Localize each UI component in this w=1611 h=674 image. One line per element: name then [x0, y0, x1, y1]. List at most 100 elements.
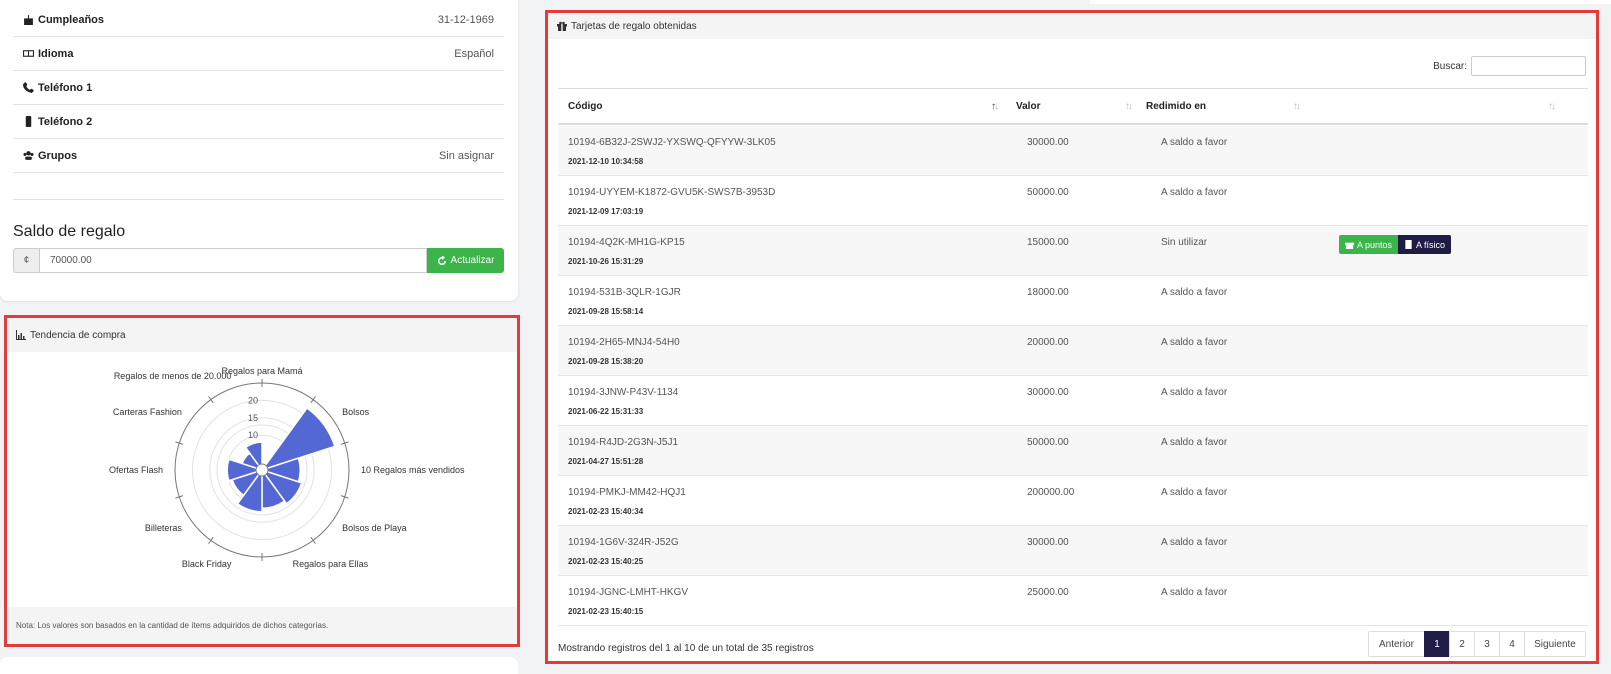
update-button-label: Actualizar: [450, 255, 495, 266]
pagination-page[interactable]: 3: [1474, 631, 1500, 657]
column-header-valor[interactable]: Valor: [1016, 89, 1040, 123]
gift-card-redeemed: A saldo a favor: [1161, 337, 1228, 348]
trend-header: Tendencia de compra: [7, 318, 517, 352]
category-label: Carteras Fashion: [113, 407, 182, 417]
sort-icon[interactable]: ↑↓: [1125, 101, 1133, 112]
chart-icon: [16, 330, 26, 340]
search-input[interactable]: [1471, 56, 1586, 76]
gift-card-value: 15000.00: [1027, 237, 1069, 248]
table-row: 10194-6B32J-2SWJ2-YXSWQ-QFYYW-3LK05 2021-…: [558, 126, 1588, 176]
gift-card-value: 25000.00: [1027, 587, 1069, 598]
info-label: Teléfono 2: [38, 115, 93, 128]
info-value: Español: [454, 47, 494, 60]
gift-card-code: 10194-4Q2K-MH1G-KP15: [568, 237, 685, 248]
info-row-groups: Grupos Sin asignar: [13, 139, 504, 173]
saldo-input-group: ¢ 70000.00 Actualizar: [13, 248, 504, 273]
gift-card-date: 2021-09-28 15:58:14: [568, 307, 644, 316]
users-icon: [23, 151, 34, 160]
gift-card-redeemed: A saldo a favor: [1161, 187, 1228, 198]
sort-asc-icon[interactable]: ↑↓: [991, 101, 999, 112]
gift-card-date: 2021-02-23 15:40:15: [568, 607, 644, 616]
gift-card-value: 30000.00: [1027, 387, 1069, 398]
info-row-phone2: Teléfono 2: [13, 105, 504, 139]
pagination-page[interactable]: 2: [1449, 631, 1475, 657]
sort-icon[interactable]: ↑↓: [1548, 101, 1556, 112]
gift-card-value: 50000.00: [1027, 437, 1069, 448]
table-row: 10194-1G6V-324R-J52G 2021-02-23 15:40:25 3…: [558, 526, 1588, 576]
gift-card-value: 50000.00: [1027, 187, 1069, 198]
radial-tick-label: 15: [248, 413, 258, 423]
polar-area-chart: 10 15 20 Regalos para Mamá Bolsos 10 Regalos …: [109, 366, 465, 569]
info-row-language: Idioma Español: [13, 37, 504, 71]
gift-card-redeemed: Sin utilizar: [1161, 237, 1208, 248]
gift-card-code: 10194-6B32J-2SWJ2-YXSWQ-QFYYW-3LK05: [568, 137, 776, 148]
sort-icon[interactable]: ↑↓: [1293, 101, 1301, 112]
gift-card-code: 10194-3JNW-P43V-1134: [568, 387, 679, 398]
gift-card-date: 2021-04-27 15:51:28: [568, 457, 644, 466]
gift-card-value: 200000.00: [1027, 487, 1075, 498]
gift-card-date: 2021-02-23 15:40:34: [568, 507, 644, 516]
angle-tick: [208, 396, 214, 404]
info-row-phone1: Teléfono 1: [13, 71, 504, 105]
pagination-next[interactable]: Siguiente: [1524, 631, 1586, 657]
category-label: Ofertas Flash: [109, 465, 163, 475]
gift-card-code: 10194-1G6V-324R-J52G: [568, 537, 679, 548]
pagination: Anterior 1 2 3 4 Siguiente: [1368, 631, 1586, 657]
column-header-redimido[interactable]: Redimido en: [1146, 89, 1206, 123]
table-row: 10194-JGNC-LMHT-HKGV 2021-02-23 15:40:15 2…: [558, 576, 1588, 626]
table-row: 10194-4Q2K-MH1G-KP15 2021-10-26 15:31:29 1…: [558, 226, 1588, 276]
to-points-label: A puntos: [1357, 239, 1393, 250]
birthday-cake-icon: [24, 15, 33, 25]
category-label: Bolsos de Playa: [342, 523, 407, 533]
gift-card-redeemed: A saldo a favor: [1161, 287, 1228, 298]
to-physical-button[interactable]: A físico: [1398, 235, 1452, 254]
row-actions: A puntos A físico: [1339, 235, 1452, 254]
gift-card-date: 2021-10-26 15:31:29: [568, 257, 644, 266]
card-edge: [1090, 0, 1611, 4]
profile-card: Cumpleaños 31-12-1969 Idioma Español Tel…: [0, 0, 518, 301]
document-icon: [1405, 240, 1412, 249]
trend-note: Nota: Los valores son basados en la cant…: [7, 607, 517, 644]
radial-tick-label: 10: [248, 430, 258, 440]
pagination-prev[interactable]: Anterior: [1368, 631, 1425, 657]
column-header-codigo[interactable]: Código: [568, 89, 602, 123]
gift-card-code: 10194-2H65-MNJ4-54H0: [568, 337, 680, 348]
table-row: 10194-3JNW-P43V-1134 2021-06-22 15:31:33 3…: [558, 376, 1588, 426]
gift-card-date: 2021-06-22 15:31:33: [568, 407, 644, 416]
category-label: Black Friday: [182, 559, 232, 569]
trend-card: Tendencia de compra 10 15 20 Regalos para M…: [4, 315, 520, 647]
gift-card-date: 2021-12-10 10:34:58: [568, 157, 644, 166]
table-row: 10194-UYYEM-K1872-GVU5K-SWS7B-3953D 2021-…: [558, 176, 1588, 226]
gift-card-redeemed: A saldo a favor: [1161, 587, 1228, 598]
gift-card-value: 30000.00: [1027, 537, 1069, 548]
gift-card-code: 10194-R4JD-2G3N-J5J1: [568, 437, 679, 448]
gift-card-code: 10194-PMKJ-MM42-HQJ1: [568, 487, 686, 498]
gift-card-value: 18000.00: [1027, 287, 1069, 298]
gift-card-redeemed: A saldo a favor: [1161, 537, 1228, 548]
table-row: 10194-531B-3QLR-1GJR 2021-09-28 15:58:14 1…: [558, 276, 1588, 326]
gift-cards-panel: Tarjetas de regalo obtenidas Buscar: Cód…: [545, 10, 1599, 664]
mobile-icon: [25, 116, 32, 127]
gift-card-redeemed: A saldo a favor: [1161, 387, 1228, 398]
gift-card-date: 2021-12-09 17:03:19: [568, 207, 644, 216]
divider: [13, 199, 504, 200]
pagination-page[interactable]: 1: [1424, 631, 1450, 657]
category-label: Bolsos: [342, 407, 370, 417]
pagination-page[interactable]: 4: [1499, 631, 1525, 657]
currency-prefix: ¢: [13, 248, 39, 273]
info-label: Grupos: [38, 149, 78, 162]
table-header: Código ↑↓ Valor ↑↓ Redimido en ↑↓ ↑↓: [558, 88, 1588, 125]
gift-card-code: 10194-JGNC-LMHT-HKGV: [568, 587, 689, 598]
category-label: Regalos para Mamá: [221, 366, 302, 376]
gift-card-redeemed: A saldo a favor: [1161, 437, 1228, 448]
info-label: Idioma: [38, 47, 74, 60]
to-points-button[interactable]: A puntos: [1339, 235, 1399, 254]
refresh-icon: [437, 255, 446, 265]
saldo-input[interactable]: 70000.00: [39, 248, 427, 273]
gift-icon: [557, 21, 567, 31]
info-label: Cumpleaños: [38, 13, 105, 26]
gift-card-date: 2021-02-23 15:40:25: [568, 557, 644, 566]
table-row: 10194-R4JD-2G3N-J5J1 2021-04-27 15:51:28 5…: [558, 426, 1588, 476]
category-label: 10 Regalos más vendidos: [361, 465, 465, 475]
update-button[interactable]: Actualizar: [427, 248, 504, 273]
